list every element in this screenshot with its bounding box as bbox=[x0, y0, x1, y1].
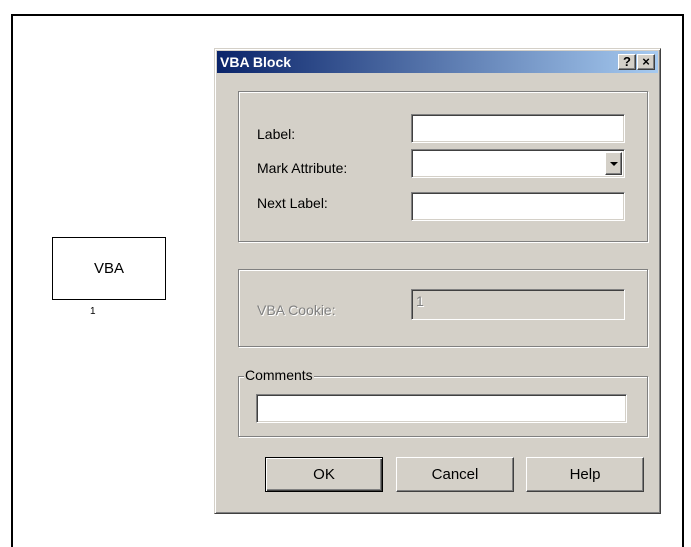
vba-block-number: 1 bbox=[90, 306, 96, 317]
close-button[interactable]: × bbox=[637, 54, 655, 70]
vba-cookie-value: 1 bbox=[416, 293, 424, 309]
ok-button[interactable]: OK bbox=[265, 457, 383, 492]
vba-cookie-input: 1 bbox=[411, 289, 625, 320]
vba-cookie-label: VBA Cookie: bbox=[257, 302, 336, 318]
cancel-button[interactable]: Cancel bbox=[396, 457, 514, 492]
help-question-button[interactable]: ? bbox=[618, 54, 636, 70]
label-input[interactable] bbox=[411, 114, 625, 143]
vba-block-label: VBA bbox=[93, 260, 124, 277]
help-button[interactable]: Help bbox=[526, 457, 644, 492]
chevron-down-icon[interactable] bbox=[605, 152, 622, 175]
dialog-titlebar[interactable]: VBA Block ? × bbox=[217, 51, 658, 73]
comments-input[interactable] bbox=[256, 394, 627, 423]
next-label-input[interactable] bbox=[411, 192, 625, 221]
label-field-label: Label: bbox=[257, 126, 296, 142]
mark-attribute-label: Mark Attribute: bbox=[257, 160, 348, 176]
mark-attribute-select[interactable] bbox=[411, 149, 625, 178]
next-label-label: Next Label: bbox=[257, 195, 328, 211]
dialog-title: VBA Block bbox=[220, 54, 292, 70]
comments-legend: Comments bbox=[244, 367, 314, 383]
vba-block[interactable]: VBA bbox=[52, 237, 166, 300]
vba-block-dialog: VBA Block ? × Label: Mark Attribute: Nex… bbox=[214, 48, 661, 514]
